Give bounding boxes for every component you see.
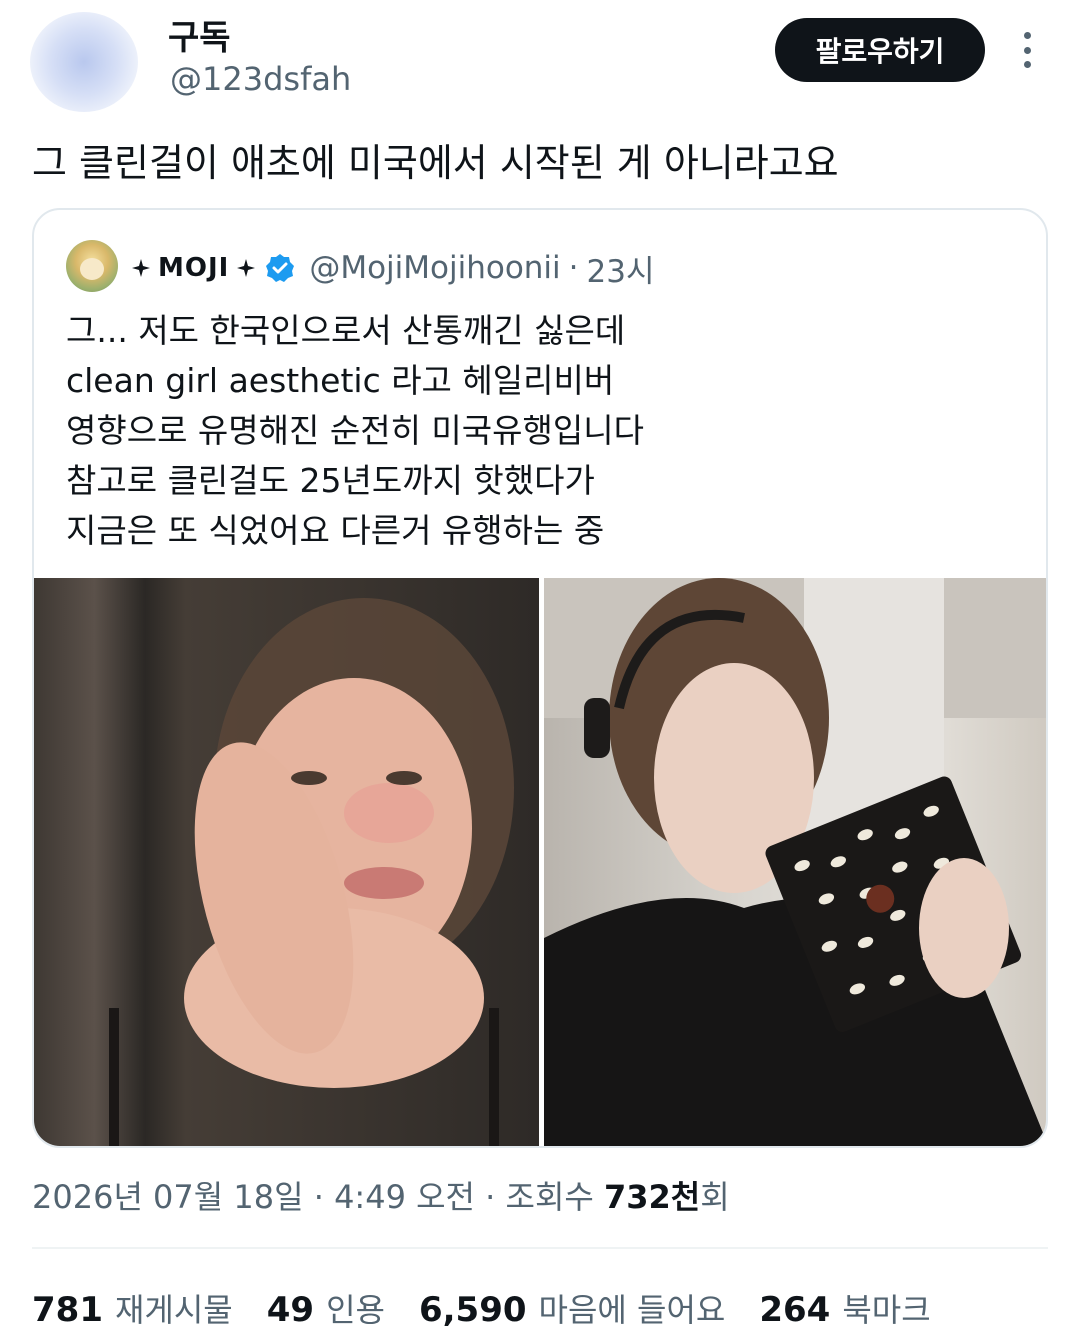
quoted-author-handle[interactable]: @MojiMojihoonii — [309, 250, 560, 286]
bookmarks-count: 264 — [759, 1290, 831, 1330]
reposts-stat[interactable]: 781 재게시물 — [32, 1285, 233, 1331]
quoted-timestamp[interactable]: 23시 — [587, 246, 655, 291]
quoted-tweet[interactable]: MOJI @MojiMojihoonii · 23시 그... 저도 한국인으로… — [32, 208, 1048, 1148]
likes-label: 마음에 들어요 — [538, 1291, 726, 1329]
tweet-meta: 2026년 07월 18일 · 4:49 오전 · 조회수 732천회 — [32, 1172, 730, 1218]
bookmarks-stat[interactable]: 264 북마크 — [759, 1285, 930, 1331]
tweet-date[interactable]: 2026년 07월 18일 — [32, 1178, 304, 1216]
tweet-text: 그 클린걸이 애초에 미국에서 시작된 게 아니라고요 — [32, 141, 839, 185]
quoted-photo-1[interactable] — [34, 578, 539, 1146]
likes-count: 6,590 — [418, 1290, 527, 1330]
quoted-author-row: MOJI @MojiMojihoonii · 23시 — [130, 240, 655, 296]
bookmarks-label: 북마크 — [842, 1291, 931, 1329]
quotes-count: 49 — [266, 1290, 315, 1330]
author-display-name[interactable]: 구독 — [168, 10, 231, 59]
quotes-stat[interactable]: 49 인용 — [267, 1285, 385, 1331]
tweet-header: 구독 @123dsfah 팔로우하기 — [0, 0, 1080, 120]
engagement-stats: 781 재게시물 49 인용 6,590 마음에 들어요 264 북마크 — [32, 1285, 965, 1331]
meta-separator: · — [313, 1178, 324, 1216]
quoted-author-name[interactable]: MOJI — [158, 253, 229, 283]
reposts-label: 재게시물 — [114, 1291, 233, 1329]
tweet-time[interactable]: 4:49 오전 — [334, 1178, 475, 1216]
author-avatar[interactable] — [30, 12, 138, 112]
author-handle[interactable]: @123dsfah — [170, 60, 351, 98]
quoted-text-line: 그... 저도 한국인으로서 산통깨긴 싫은데 — [66, 311, 626, 350]
quoted-text-line: 참고로 클린걸도 25년도까지 핫했다가 — [66, 461, 595, 500]
views-suffix: 회 — [700, 1178, 730, 1216]
quoted-text-line: 지금은 또 식었어요 다른거 유행하는 중 — [66, 511, 605, 550]
quoted-text-line: 영향으로 유명해진 순전히 미국유행입니다 — [66, 411, 644, 450]
meta-separator: · — [485, 1178, 496, 1216]
quoted-photo-2[interactable] — [544, 578, 1046, 1146]
likes-stat[interactable]: 6,590 마음에 들어요 — [419, 1285, 725, 1331]
quoted-text-line: clean girl aesthetic 라고 헤일리비버 — [66, 361, 615, 400]
follow-button[interactable]: 팔로우하기 — [775, 18, 985, 82]
quoted-separator: · — [568, 250, 579, 286]
sparkle-star-icon — [132, 259, 150, 277]
reposts-count: 781 — [32, 1290, 103, 1330]
quoted-text: 그... 저도 한국인으로서 산통깨긴 싫은데 clean girl aesth… — [66, 306, 644, 556]
views-label: 조회수 — [505, 1178, 594, 1216]
quoted-author-avatar[interactable] — [66, 240, 118, 292]
views-count[interactable]: 732천 — [604, 1178, 700, 1216]
more-vertical-icon[interactable] — [1012, 28, 1042, 72]
sparkle-star-icon — [237, 259, 256, 277]
divider — [32, 1247, 1048, 1249]
verified-badge-icon — [265, 253, 295, 283]
quotes-label: 인용 — [326, 1291, 385, 1329]
